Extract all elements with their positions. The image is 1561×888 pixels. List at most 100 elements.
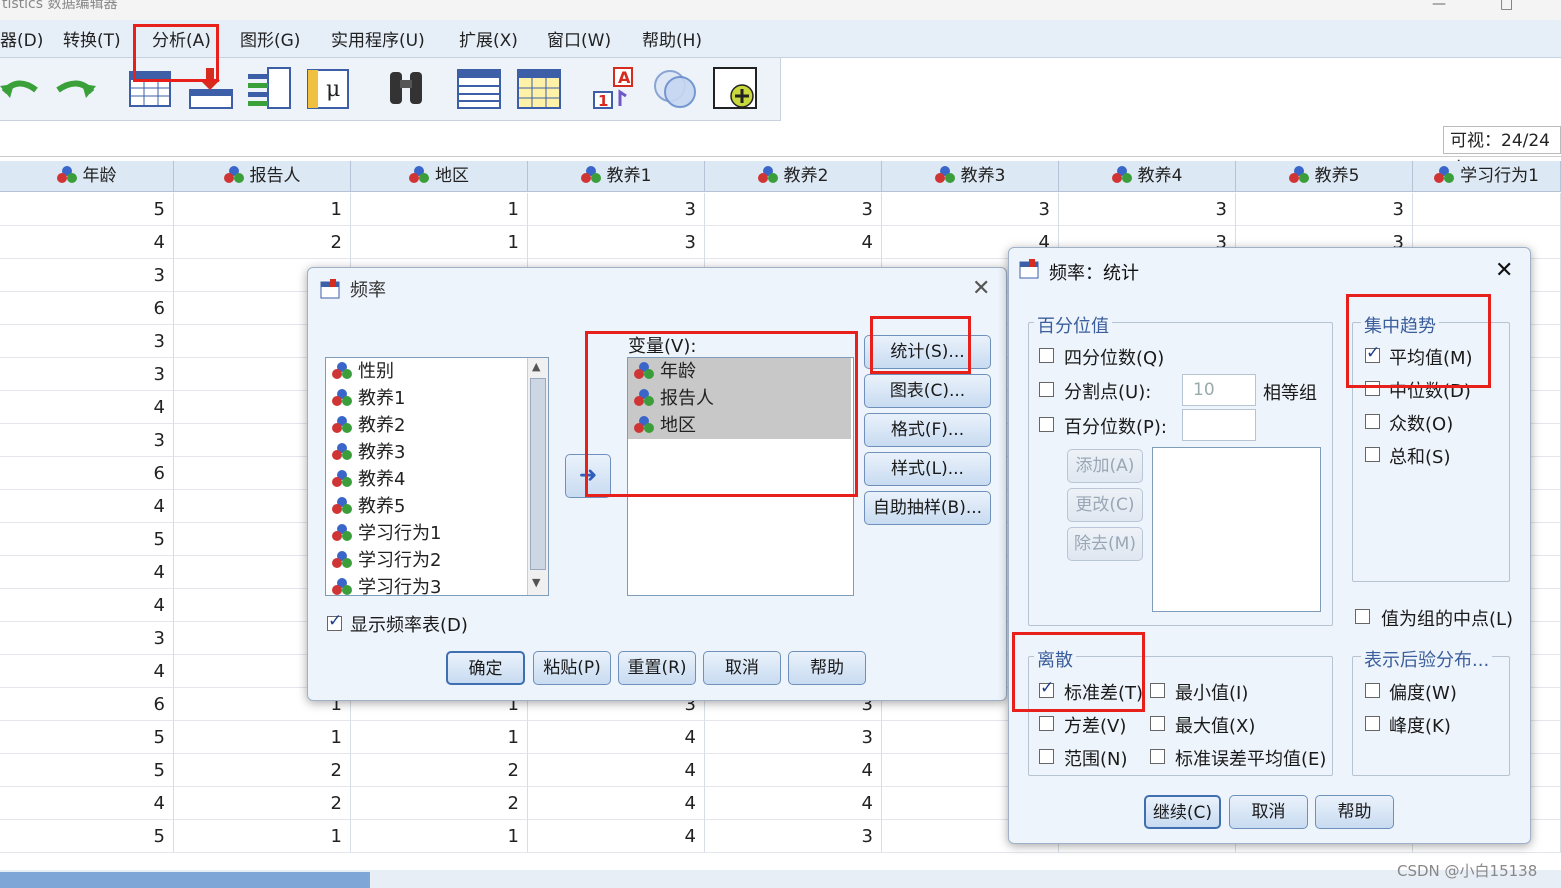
percentile-input[interactable]: [1182, 409, 1256, 441]
data-cell[interactable]: 4: [0, 490, 174, 523]
data-cell[interactable]: 4: [528, 787, 705, 820]
mode-checkbox[interactable]: [1365, 414, 1380, 429]
menu-analyze[interactable]: 分析(A): [152, 26, 211, 51]
quartiles-checkbox[interactable]: [1039, 348, 1054, 363]
close-icon[interactable]: ✕: [1495, 258, 1513, 283]
data-cell[interactable]: 3: [0, 259, 174, 292]
data-cell[interactable]: 6: [0, 457, 174, 490]
data-cell[interactable]: 1: [174, 193, 351, 226]
menu-help[interactable]: 帮助(H): [642, 26, 702, 51]
column-header[interactable]: 地区: [351, 161, 528, 192]
column-header[interactable]: 教养3: [882, 161, 1059, 192]
source-variable-list[interactable]: 性别 教养1 教养2 教养3 教养4 教养5 学习行为1 学习行为2 学习行为3 ▲ ▼: [325, 357, 549, 596]
column-header[interactable]: 年龄: [0, 161, 174, 192]
cutpoints-checkbox[interactable]: [1039, 382, 1054, 397]
std-deviation-checkbox[interactable]: [1039, 678, 1054, 698]
source-variable-item[interactable]: 教养2: [326, 412, 548, 439]
data-cell[interactable]: 3: [0, 424, 174, 457]
data-cell[interactable]: 3: [0, 622, 174, 655]
scroll-down-icon[interactable]: ▼: [532, 576, 540, 589]
column-header[interactable]: 教养5: [1236, 161, 1413, 192]
column-header[interactable]: 教养4: [1059, 161, 1236, 192]
source-variable-item[interactable]: 学习行为2: [326, 547, 548, 574]
data-cell[interactable]: 5: [0, 820, 174, 853]
stats-help-button[interactable]: 帮助: [1315, 795, 1394, 829]
remove-button[interactable]: 除去(M): [1067, 527, 1143, 561]
move-variable-button[interactable]: ➜: [565, 454, 611, 498]
data-cell[interactable]: 3: [528, 193, 705, 226]
column-header[interactable]: 教养1: [528, 161, 705, 192]
help-button[interactable]: 帮助: [788, 651, 866, 685]
data-cell[interactable]: 1: [174, 721, 351, 754]
find-icon[interactable]: [384, 66, 430, 110]
column-header[interactable]: 学习行为1: [1413, 161, 1561, 192]
data-cell[interactable]: 3: [705, 721, 882, 754]
percentiles-checkbox[interactable]: [1039, 417, 1054, 432]
continue-button[interactable]: 继续(C): [1144, 795, 1221, 829]
data-cell[interactable]: [1413, 193, 1561, 226]
display-frequency-tables-checkbox[interactable]: [327, 611, 342, 631]
cutpoints-input[interactable]: 10: [1182, 374, 1256, 406]
range-checkbox[interactable]: [1039, 749, 1054, 764]
data-cell[interactable]: 3: [0, 358, 174, 391]
menu-utilities[interactable]: 实用程序(U): [331, 26, 425, 51]
data-cell[interactable]: 3: [0, 325, 174, 358]
data-cell[interactable]: 2: [174, 787, 351, 820]
format-button[interactable]: 格式(F)...: [864, 413, 991, 447]
goto-case-icon[interactable]: [128, 66, 174, 110]
data-cell[interactable]: 5: [0, 754, 174, 787]
data-cell[interactable]: 4: [0, 226, 174, 259]
source-variable-item[interactable]: 学习行为3: [326, 574, 548, 595]
data-cell[interactable]: 4: [705, 226, 882, 259]
source-variable-item[interactable]: 教养1: [326, 385, 548, 412]
data-cell[interactable]: 1: [174, 820, 351, 853]
list-scrollbar[interactable]: ▲ ▼: [527, 358, 548, 595]
redo-icon[interactable]: [52, 66, 98, 110]
data-cell[interactable]: 2: [351, 754, 528, 787]
data-cell[interactable]: 3: [882, 193, 1059, 226]
kurtosis-checkbox[interactable]: [1365, 716, 1380, 731]
data-cell[interactable]: 3: [705, 193, 882, 226]
selected-variable-list[interactable]: 年龄 报告人 地区: [627, 357, 854, 596]
source-variable-item[interactable]: 性别: [326, 358, 548, 385]
add-extension-icon[interactable]: [712, 66, 758, 110]
percentile-list[interactable]: [1152, 447, 1321, 612]
data-cell[interactable]: 3: [528, 226, 705, 259]
source-variable-item[interactable]: 教养5: [326, 493, 548, 520]
maximize-icon[interactable]: □: [1500, 0, 1513, 11]
data-cell[interactable]: 4: [528, 820, 705, 853]
undo-icon[interactable]: [0, 66, 46, 110]
cancel-button[interactable]: 取消: [703, 651, 781, 685]
close-icon[interactable]: ✕: [972, 276, 990, 301]
value-labels-icon[interactable]: A 1: [592, 66, 638, 110]
paste-button[interactable]: 粘贴(P): [533, 651, 611, 685]
median-checkbox[interactable]: [1365, 381, 1380, 396]
data-cell[interactable]: 4: [528, 721, 705, 754]
split-file-icon[interactable]: [456, 66, 502, 110]
minimum-checkbox[interactable]: [1150, 683, 1165, 698]
data-cell[interactable]: 3: [1059, 193, 1236, 226]
selected-variable-item[interactable]: 年龄: [628, 358, 851, 385]
data-cell[interactable]: 5: [0, 721, 174, 754]
minimize-icon[interactable]: —: [1432, 0, 1446, 11]
horizontal-scrollbar[interactable]: [0, 870, 1561, 888]
selected-variable-item[interactable]: 地区: [628, 412, 851, 439]
list-scrollbar-thumb[interactable]: [530, 378, 546, 570]
source-variable-item[interactable]: 教养4: [326, 466, 548, 493]
goto-variable-icon[interactable]: [188, 66, 234, 110]
data-cell[interactable]: 4: [705, 754, 882, 787]
data-cell[interactable]: 4: [0, 556, 174, 589]
menu-window[interactable]: 窗口(W): [547, 26, 611, 51]
data-cell[interactable]: 4: [0, 391, 174, 424]
statistics-button[interactable]: 统计(S)...: [864, 335, 991, 369]
data-cell[interactable]: 1: [351, 820, 528, 853]
group-midpoints-checkbox[interactable]: [1355, 609, 1370, 624]
charts-button[interactable]: 图表(C)...: [864, 374, 991, 408]
ok-button[interactable]: 确定: [446, 651, 525, 685]
skewness-checkbox[interactable]: [1365, 683, 1380, 698]
run-descriptives-icon[interactable]: μ: [306, 66, 352, 110]
data-cell[interactable]: 4: [0, 787, 174, 820]
column-header[interactable]: 报告人: [174, 161, 351, 192]
add-button[interactable]: 添加(A): [1067, 449, 1143, 483]
column-header[interactable]: 教养2: [705, 161, 882, 192]
